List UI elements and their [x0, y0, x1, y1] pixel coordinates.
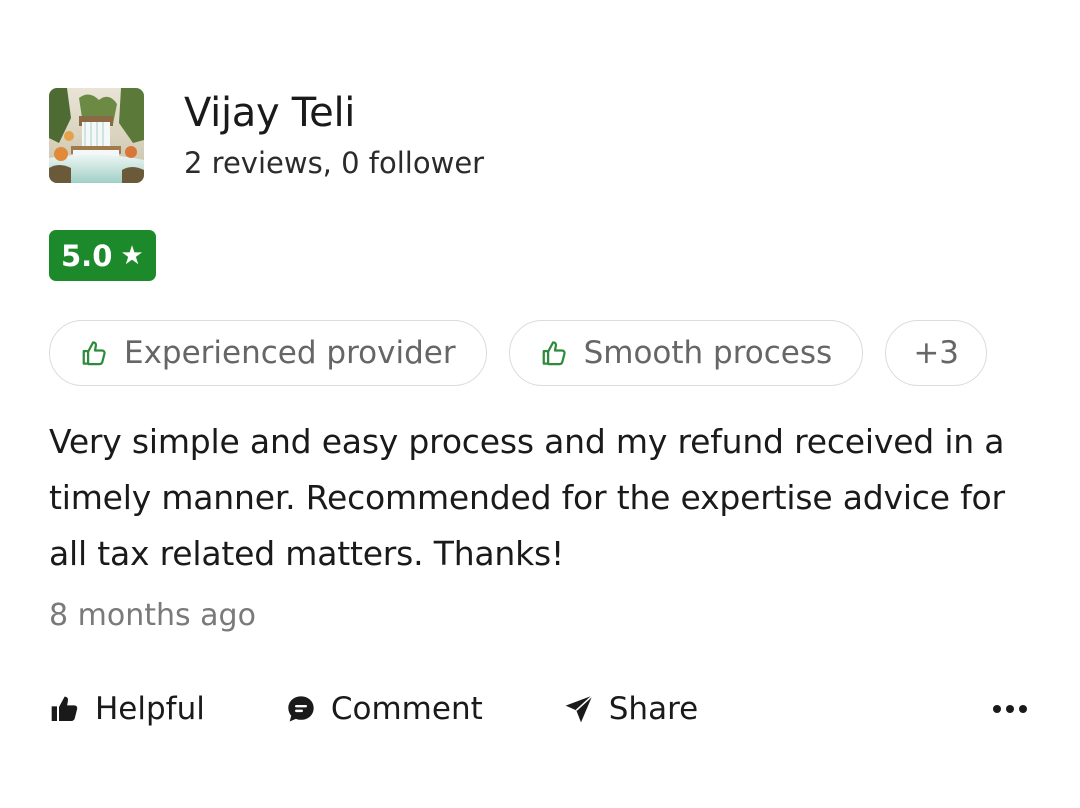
rating-value: 5.0 [61, 238, 113, 273]
comment-icon [288, 696, 314, 722]
helpful-label: Helpful [95, 691, 205, 727]
tag-label: Smooth process [583, 335, 833, 371]
reviewer-name[interactable]: Vijay Teli [184, 88, 484, 138]
thumbs-up-outline-icon [82, 341, 106, 366]
tag-experienced-provider[interactable]: Experienced provider [49, 320, 487, 386]
review-actions: Helpful Comment Share [49, 684, 1031, 734]
review-tags: Experienced provider Smooth process +3 [49, 320, 988, 386]
share-send-icon [565, 695, 593, 723]
tag-smooth-process[interactable]: Smooth process [508, 320, 864, 386]
share-label: Share [608, 691, 699, 727]
review-card: Vijay Teli 2 reviews, 0 follower 5.0 ★ E… [0, 0, 1080, 808]
thumbs-up-icon [51, 696, 78, 721]
review-text: Very simple and easy process and my refu… [49, 422, 1005, 573]
star-icon: ★ [120, 240, 144, 271]
review-timestamp: 8 months ago [49, 598, 256, 633]
thumbs-up-outline-icon [542, 341, 566, 366]
more-tags-button[interactable]: +3 [885, 320, 988, 386]
rating-badge: 5.0 ★ [49, 230, 156, 281]
comment-button[interactable]: Comment [285, 691, 483, 727]
share-button[interactable]: Share [563, 691, 698, 727]
dot [1019, 705, 1027, 713]
tag-label: Experienced provider [124, 335, 456, 371]
more-dots-icon[interactable] [989, 695, 1031, 723]
reviewer-info: Vijay Teli 2 reviews, 0 follower [184, 88, 484, 182]
dot [1006, 705, 1014, 713]
reviewer-stats: 2 reviews, 0 follower [184, 146, 485, 180]
helpful-button[interactable]: Helpful [49, 691, 205, 727]
reviewer-avatar[interactable] [49, 88, 144, 183]
comment-label: Comment [330, 691, 483, 727]
dot [993, 705, 1001, 713]
reviewer-header: Vijay Teli 2 reviews, 0 follower [49, 88, 484, 183]
waterfall-avatar-image [49, 88, 144, 183]
